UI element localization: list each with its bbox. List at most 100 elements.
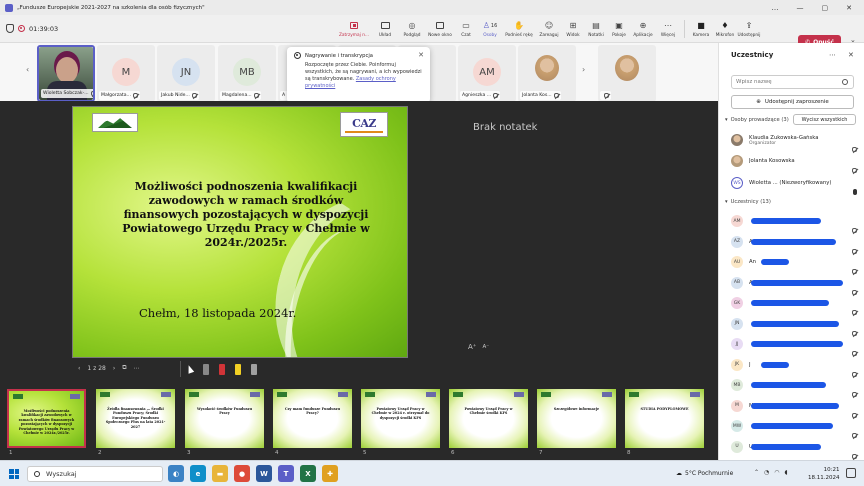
react-button[interactable]: ☺ Zareaguj: [536, 17, 562, 41]
mic-label: Mikrofon: [715, 32, 735, 38]
taskbar-clock[interactable]: 10:21 18.11.2024: [808, 466, 840, 482]
eraser-icon[interactable]: [203, 363, 209, 375]
organizer-row[interactable]: Jolanta Kosowska: [731, 152, 859, 173]
slide-thumbnail[interactable]: Powiatowy Urząd Pracy w Chełmie w 2024 r…: [361, 389, 440, 448]
excel-icon[interactable]: X: [300, 465, 316, 482]
close-window-button[interactable]: ✕: [846, 4, 852, 12]
participant-tile[interactable]: MB Magdalena...: [218, 45, 276, 102]
mute-all-button[interactable]: Wycisz wszystkich: [793, 114, 856, 125]
slide-thumbnail[interactable]: STUDIA PODYPLOMOWE: [625, 389, 704, 448]
search-icon: [34, 471, 40, 477]
close-panel-icon[interactable]: ✕: [848, 51, 854, 59]
share-invite-button[interactable]: ⊕ Udostępnij zaproszenie: [731, 95, 854, 109]
mic-off-icon[interactable]: [852, 444, 857, 461]
weather-widget[interactable]: ☁ 5°C Pochmurnie: [676, 470, 733, 477]
attendee-row[interactable]: AU An: [731, 253, 859, 274]
taskbar-search-input[interactable]: Wyszukaj: [27, 466, 163, 482]
shield-icon[interactable]: [6, 24, 14, 33]
chrome-icon[interactable]: ●: [234, 465, 250, 482]
slide-thumbnail[interactable]: Szczegółowe informacje: [537, 389, 616, 448]
more-options-icon[interactable]: ⋯: [134, 365, 140, 372]
avatar: AU: [731, 256, 743, 268]
participant-tile[interactable]: [598, 45, 656, 102]
preview-button[interactable]: ◎ Podgląd: [398, 17, 426, 41]
participant-tile[interactable]: JN Jakub Nide...: [157, 45, 215, 102]
slide-grid-icon[interactable]: ⧉: [122, 364, 126, 372]
participant-video: [615, 55, 639, 81]
participant-tile[interactable]: M Małgorzata...: [97, 45, 155, 102]
people-count-badge: 16: [490, 22, 498, 29]
notes-label: Notatki: [588, 32, 604, 38]
next-slide-icon[interactable]: ›: [113, 365, 115, 372]
stop-recording-button[interactable]: Zatrzymaj n...: [336, 17, 372, 41]
mic-icon[interactable]: [853, 180, 857, 199]
participant-tile[interactable]: Jolanta Kos...: [518, 45, 576, 102]
people-icon: ♙ 16: [482, 21, 498, 30]
edge-icon[interactable]: e: [190, 465, 206, 482]
raise-hand-button[interactable]: ✋ Podnieś rękę: [502, 17, 536, 41]
chevron-left-icon[interactable]: ‹: [26, 65, 29, 74]
mic-button[interactable]: ♦ Mikrofon: [713, 17, 737, 41]
slide-thumbnail[interactable]: Czy mam fundusze Funduszu Pracy?: [273, 389, 352, 448]
slide-thumbnail[interactable]: Możliwości podnoszenia kwalifikacji zawo…: [7, 389, 86, 448]
slide-thumbnail[interactable]: Powiatowy Urząd Pracy w Chełmie środki K…: [449, 389, 528, 448]
avatar: MW: [731, 420, 743, 432]
share-label: Udostępnij: [737, 32, 761, 38]
view-button[interactable]: ⊞ Widok: [562, 17, 584, 41]
attendee-row[interactable]: JK J: [731, 356, 859, 377]
notes-button[interactable]: ▤ Notatki: [584, 17, 608, 41]
layout-button[interactable]: Układ: [372, 17, 398, 41]
maximize-button[interactable]: ▢: [822, 4, 829, 12]
rooms-button[interactable]: ▣ Pokoje: [608, 17, 630, 41]
eraser-alt-icon[interactable]: [251, 363, 257, 375]
attendees-section-header[interactable]: ▾ Uczestnicy (13): [725, 199, 771, 205]
organizer-row[interactable]: Klaudia Żukowska-Gańska Organizator: [731, 131, 859, 152]
file-explorer-icon[interactable]: ▬: [212, 465, 228, 482]
share-button[interactable]: ⇪ Udostępnij: [737, 17, 761, 41]
font-increase-button[interactable]: A⁺: [468, 343, 476, 351]
teams-icon[interactable]: T: [278, 465, 294, 482]
participant-search-input[interactable]: Wpisz nazwę: [731, 75, 854, 89]
system-tray[interactable]: ⌃ ◔ ◠ ◖: [754, 469, 788, 476]
window-more-icon[interactable]: …: [772, 4, 779, 12]
thumb-logo: [602, 392, 612, 397]
smiley-icon: ☺: [544, 21, 554, 30]
pointer-icon[interactable]: [185, 364, 195, 374]
network-icon[interactable]: ◔: [764, 469, 769, 476]
windows-start-icon[interactable]: [9, 469, 19, 479]
previous-slide-icon[interactable]: ‹: [78, 365, 80, 372]
app-icon[interactable]: ✚: [322, 465, 338, 482]
notification-icon[interactable]: [846, 468, 856, 478]
participant-tile[interactable]: AM Agnieszka ...: [458, 45, 516, 102]
copilot-icon[interactable]: ◐: [168, 465, 184, 482]
highlighter-icon[interactable]: [235, 363, 241, 375]
notes-placeholder: Brak notatek: [473, 122, 538, 133]
apps-button[interactable]: ⊕ Aplikacje: [630, 17, 656, 41]
slide-thumbnail[interactable]: Źródła finansowania — Środki Funduszu Pr…: [96, 389, 175, 448]
organizer-row[interactable]: WS Wioletta ... (Niezweryfikowany): [731, 174, 859, 195]
wifi-icon[interactable]: ◠: [774, 469, 779, 476]
red-pen-icon[interactable]: [219, 363, 225, 375]
slide-title: Możliwości podnoszenia kwalifikacji zawo…: [122, 180, 370, 249]
font-decrease-button[interactable]: A⁻: [482, 344, 489, 351]
panel-more-icon[interactable]: ⋯: [829, 51, 836, 59]
organizers-section-header[interactable]: ▾ Osoby prowadzące (3): [725, 117, 789, 123]
participant-name-text: Agnieszka ...: [462, 93, 492, 98]
thumbnail-number: 4: [275, 450, 279, 456]
close-icon[interactable]: ✕: [418, 51, 424, 59]
word-icon[interactable]: W: [256, 465, 272, 482]
camera-button[interactable]: ■ Kamera: [689, 17, 713, 41]
chat-button[interactable]: ▭ Czat: [454, 17, 478, 41]
more-button[interactable]: ⋯ Więcej: [656, 17, 680, 41]
minimize-button[interactable]: —: [797, 4, 804, 12]
chevron-right-icon[interactable]: ›: [582, 65, 585, 74]
people-button[interactable]: ♙ 16 Osoby: [478, 17, 502, 41]
thumbnail-number: 7: [539, 450, 543, 456]
slide-thumbnail[interactable]: Wysokość środków Funduszu Pracy: [185, 389, 264, 448]
chevron-up-icon[interactable]: ⌃: [754, 469, 759, 476]
participant-tile[interactable]: Wioletta Sobczak-...: [37, 45, 95, 102]
volume-icon[interactable]: ◖: [785, 469, 788, 476]
new-window-button[interactable]: Nowe okno: [426, 17, 454, 41]
participant-name: Wioletta ... (Niezweryfikowany): [749, 180, 832, 186]
redaction-mark: [761, 361, 789, 368]
